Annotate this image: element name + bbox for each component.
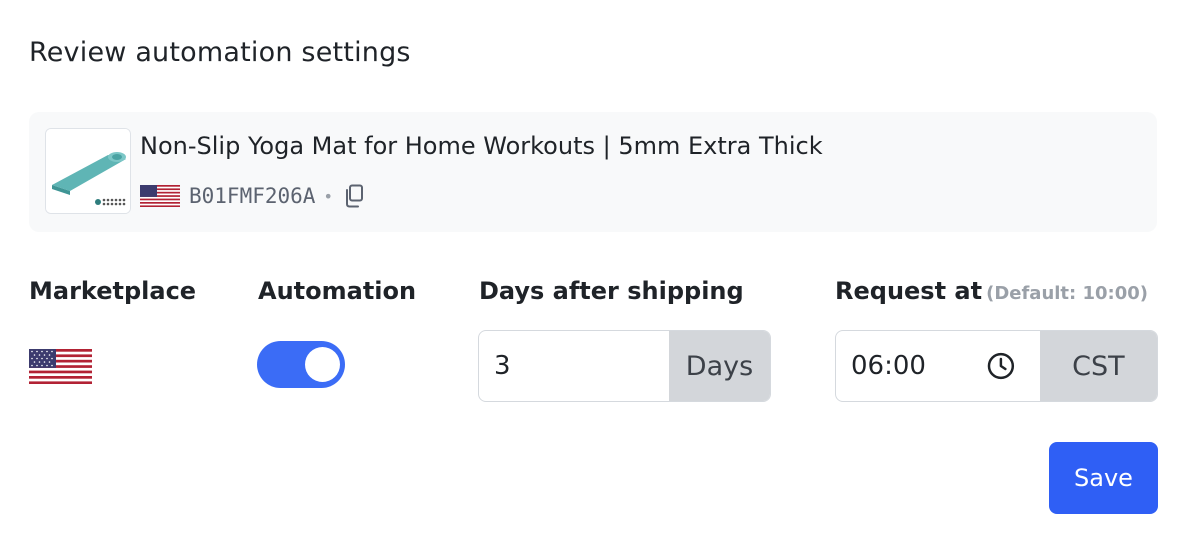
save-button[interactable]: Save [1049,442,1158,514]
review-automation-settings-panel: Review automation settings Non-Slip Yoga… [0,0,1184,538]
product-thumbnail [45,128,131,214]
meta-separator: • [323,186,333,206]
timezone-addon: CST [1039,331,1157,401]
yoga-mat-image [46,129,130,213]
product-title: Non-Slip Yoga Mat for Home Workouts | 5m… [140,132,823,160]
product-card: Non-Slip Yoga Mat for Home Workouts | 5m… [29,112,1157,232]
days-after-shipping-group: Days [478,330,771,402]
days-input[interactable] [479,331,669,401]
days-after-shipping-label: Days after shipping [479,277,744,305]
request-at-default-hint: (Default: 10:00) [986,283,1149,304]
request-at-group: CST [835,330,1158,402]
marketplace-us-flag-icon [29,349,92,384]
toggle-knob [305,347,340,382]
request-at-label: Request at (Default: 10:00) [835,277,1148,305]
automation-label: Automation [258,277,417,305]
days-unit-addon: Days [669,331,770,401]
request-at-label-text: Request at [835,277,983,305]
copy-icon[interactable] [343,184,365,208]
marketplace-label: Marketplace [29,277,197,305]
page-title: Review automation settings [29,37,411,68]
automation-toggle[interactable] [257,341,345,388]
time-input[interactable] [836,331,986,401]
product-asin: B01FMF206A [189,184,316,208]
clock-icon[interactable] [986,351,1016,381]
product-meta: B01FMF206A • [140,182,365,210]
us-flag-icon [140,185,180,207]
